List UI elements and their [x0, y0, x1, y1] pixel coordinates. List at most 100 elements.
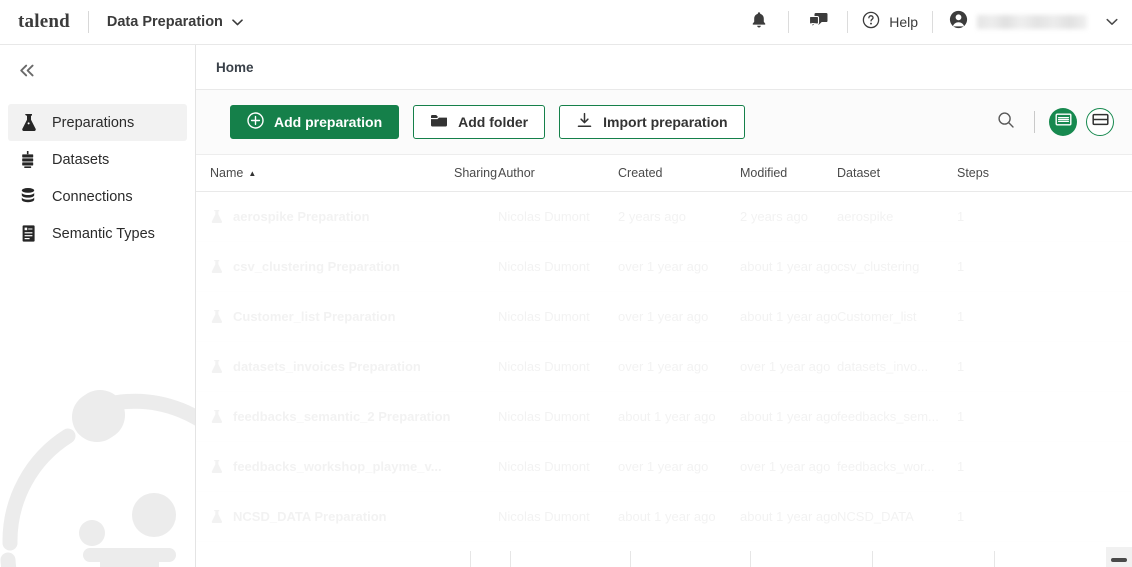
toolbar-divider — [1034, 111, 1035, 133]
cell-steps: 1 — [957, 259, 965, 274]
flask-icon — [210, 409, 223, 424]
app-name-label: Data Preparation — [106, 14, 223, 30]
column-divider — [510, 551, 511, 567]
dataset-icon — [18, 150, 38, 169]
list-view-button[interactable] — [1049, 108, 1077, 136]
cell-created: 2 years ago — [618, 209, 686, 224]
cell-author: Nicolas Dumont — [498, 359, 590, 374]
cell-author: Nicolas Dumont — [498, 259, 590, 274]
cell-dataset: Customer_list — [837, 309, 917, 324]
chevron-down-icon — [1106, 18, 1118, 26]
sidebar-collapse-button[interactable] — [10, 55, 44, 89]
horizontal-scrollbar[interactable] — [1106, 547, 1132, 567]
import-preparation-button[interactable]: Import preparation — [559, 105, 745, 139]
column-header-created[interactable]: Created — [618, 166, 740, 180]
cell-name: csv_clustering Preparation — [210, 259, 454, 274]
breadcrumb: Home — [196, 45, 1132, 90]
flask-icon — [210, 509, 223, 524]
column-header-dataset[interactable]: Dataset — [837, 166, 957, 180]
table-row[interactable]: feedbacks_workshop_playme_v... Nicolas D… — [196, 442, 1132, 492]
table-view-button[interactable] — [1086, 108, 1114, 136]
cell-author: Nicolas Dumont — [498, 509, 590, 524]
bell-icon — [751, 11, 767, 34]
table-row[interactable]: Customer_list Preparation Nicolas Dumont… — [196, 292, 1132, 342]
header-divider — [788, 11, 790, 33]
cell-dataset: feedbacks_sem... — [837, 409, 939, 424]
messages-button[interactable] — [803, 7, 833, 37]
help-button[interactable]: Help — [862, 11, 918, 34]
chevron-down-icon — [232, 14, 243, 30]
data-preparation-app: talend Data Preparation Help Preparation… — [0, 0, 1132, 567]
cell-author: Nicolas Dumont — [498, 209, 590, 224]
breadcrumb-item-home[interactable]: Home — [216, 60, 254, 75]
column-divider — [994, 551, 995, 567]
flask-icon — [210, 459, 223, 474]
cell-steps: 1 — [957, 509, 965, 524]
add-folder-label: Add folder — [458, 114, 529, 130]
user-name-label — [977, 15, 1087, 29]
cell-name-label: csv_clustering Preparation — [233, 259, 400, 274]
flask-watermark — [0, 390, 195, 567]
flask-icon — [210, 309, 223, 324]
cell-name: aerospike Preparation — [210, 209, 454, 224]
cell-name: feedbacks_semantic_2 Preparation — [210, 409, 454, 424]
cell-modified: about 1 year ago — [740, 259, 837, 274]
column-divider — [470, 551, 471, 567]
column-header-steps[interactable]: Steps — [957, 166, 1047, 180]
search-button[interactable] — [992, 108, 1020, 136]
cell-dataset: datasets_invo... — [837, 359, 929, 374]
app-body: Preparations Datasets Connections Semant… — [0, 45, 1132, 567]
cell-modified: over 1 year ago — [740, 459, 831, 474]
column-divider — [750, 551, 751, 567]
cell-modified: about 1 year ago — [740, 509, 837, 524]
cell-steps: 1 — [957, 409, 965, 424]
cell-name-label: NCSD_DATA Preparation — [233, 509, 387, 524]
cell-created: about 1 year ago — [618, 409, 716, 424]
cell-dataset: aerospike — [837, 209, 894, 224]
column-header-name[interactable]: Name ▲ — [210, 166, 454, 180]
main-content: Home Add preparation Add folder Import p… — [196, 45, 1132, 567]
flask-icon — [210, 209, 223, 224]
sidebar-item-preparations[interactable]: Preparations — [8, 104, 187, 141]
table-row[interactable]: csv_clustering Preparation Nicolas Dumon… — [196, 242, 1132, 292]
column-header-author[interactable]: Author — [498, 166, 618, 180]
header-divider — [847, 11, 849, 33]
cell-modified: 2 years ago — [740, 209, 808, 224]
user-menu[interactable] — [947, 10, 1118, 34]
caret-up-icon: ▲ — [248, 168, 257, 178]
table-row[interactable]: datasets_invoices Preparation Nicolas Du… — [196, 342, 1132, 392]
sidebar-item-connections[interactable]: Connections — [8, 178, 187, 215]
column-header-modified[interactable]: Modified — [740, 166, 837, 180]
cell-steps: 1 — [957, 309, 965, 324]
header-divider — [87, 11, 89, 33]
flask-icon — [210, 359, 223, 374]
table-row[interactable]: NCSD_DATA Preparation Nicolas Dumont abo… — [196, 492, 1132, 542]
cell-steps: 1 — [957, 209, 965, 224]
table-row[interactable]: aerospike Preparation Nicolas Dumont 2 y… — [196, 192, 1132, 242]
column-divider — [630, 551, 631, 567]
sidebar-item-label: Semantic Types — [52, 225, 155, 242]
header-divider — [932, 11, 933, 33]
column-header-sharing[interactable]: Sharing — [454, 166, 498, 180]
talend-logo[interactable]: talend — [18, 11, 70, 33]
column-header-label: Name — [210, 166, 244, 180]
cell-steps: 1 — [957, 459, 965, 474]
cell-author: Nicolas Dumont — [498, 309, 590, 324]
sidebar-item-label: Connections — [52, 188, 133, 205]
table-row[interactable]: feedbacks_semantic_2 Preparation Nicolas… — [196, 392, 1132, 442]
sidebar-item-semantic-types[interactable]: Semantic Types — [8, 215, 187, 252]
cell-created: over 1 year ago — [618, 359, 709, 374]
app-switcher[interactable]: Data Preparation — [107, 14, 243, 30]
cell-name: NCSD_DATA Preparation — [210, 509, 454, 524]
sidebar-item-datasets[interactable]: Datasets — [8, 141, 187, 178]
cell-dataset: NCSD_DATA — [837, 509, 914, 524]
notifications-button[interactable] — [744, 7, 774, 37]
cell-dataset: feedbacks_wor... — [837, 459, 935, 474]
cell-created: over 1 year ago — [618, 309, 709, 324]
list-document-icon — [18, 224, 38, 243]
flask-icon — [210, 259, 223, 274]
add-folder-button[interactable]: Add folder — [413, 105, 546, 139]
double-chevron-left-icon — [18, 62, 36, 82]
cell-created: over 1 year ago — [618, 259, 709, 274]
add-preparation-button[interactable]: Add preparation — [230, 105, 400, 139]
